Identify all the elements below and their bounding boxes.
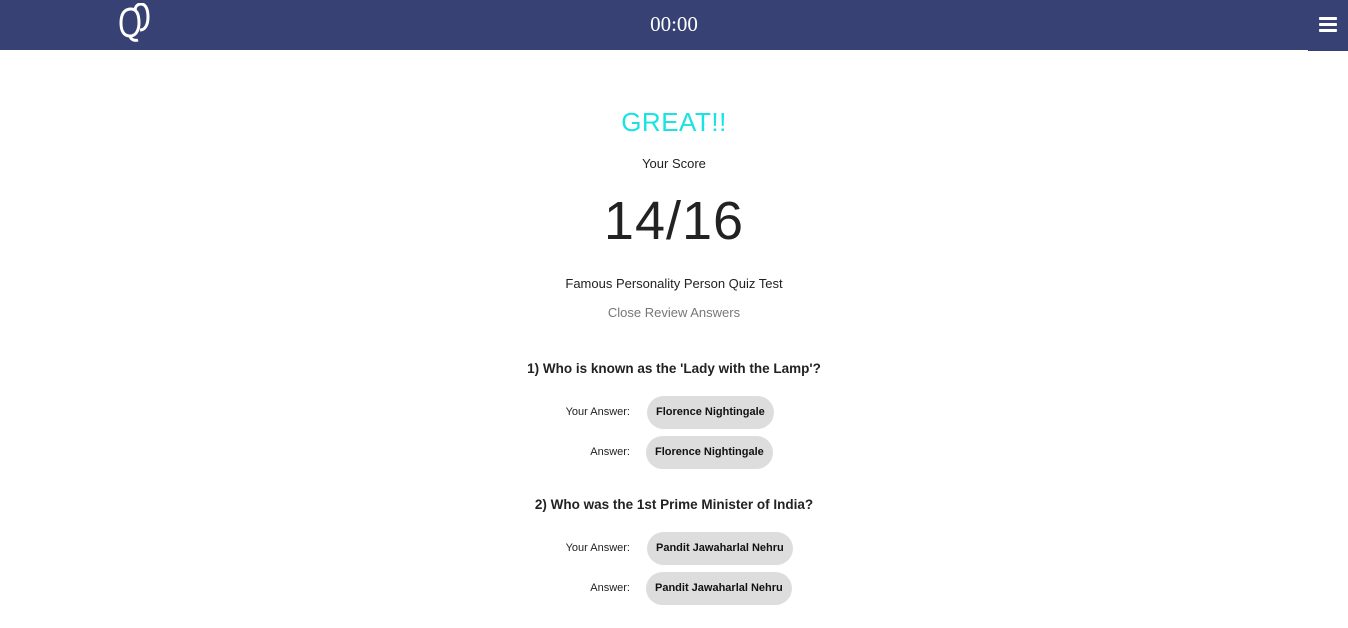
your-answer-row: Your Answer: Pandit Jawaharlal Nehru <box>0 532 1348 566</box>
correct-answer-pill: Pandit Jawaharlal Nehru <box>646 572 792 605</box>
correct-answer-label: Answer: <box>590 446 630 458</box>
menu-button[interactable] <box>1308 0 1348 51</box>
top-navigation-bar: 00:00 <box>0 0 1348 51</box>
question-text: 1) Who is known as the 'Lady with the La… <box>527 361 821 376</box>
correct-answer-row: Answer: Florence Nightingale <box>0 436 1348 470</box>
quiz-logo-icon[interactable] <box>118 3 152 43</box>
score-value: 14/16 <box>603 191 745 251</box>
your-answer-row: Your Answer: Florence Nightingale <box>0 396 1348 430</box>
result-headline: GREAT!! <box>621 107 727 137</box>
your-answer-label: Your Answer: <box>565 542 630 554</box>
your-answer-label: Your Answer: <box>565 406 630 418</box>
your-answer-pill: Florence Nightingale <box>647 396 774 429</box>
question-text: 2) Who was the 1st Prime Minister of Ind… <box>534 497 814 512</box>
score-label: Your Score <box>642 156 706 171</box>
correct-answer-row: Answer: Pandit Jawaharlal Nehru <box>0 572 1348 606</box>
close-review-answers-link[interactable]: Close Review Answers <box>0 305 1348 320</box>
quiz-title: Famous Personality Person Quiz Test <box>565 276 783 291</box>
quiz-timer: 00:00 <box>650 12 698 36</box>
correct-answer-pill: Florence Nightingale <box>646 436 773 469</box>
correct-answer-label: Answer: <box>590 582 630 594</box>
your-answer-pill: Pandit Jawaharlal Nehru <box>647 532 793 565</box>
